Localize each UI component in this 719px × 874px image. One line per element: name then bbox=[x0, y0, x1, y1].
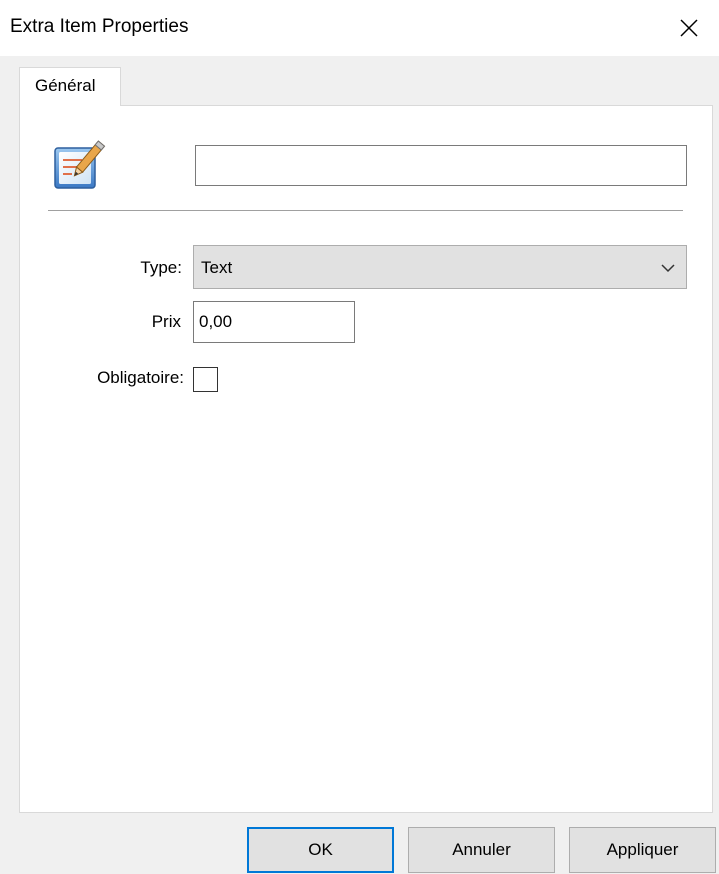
mandatory-label: Obligatoire: bbox=[97, 368, 184, 387]
edit-document-icon bbox=[52, 136, 112, 192]
separator bbox=[48, 210, 683, 212]
price-label: Prix bbox=[151, 312, 181, 331]
type-select[interactable]: Text bbox=[193, 245, 687, 289]
chevron-down-icon bbox=[661, 264, 675, 273]
type-select-value: Text bbox=[201, 258, 233, 277]
close-icon bbox=[680, 19, 698, 37]
close-button[interactable] bbox=[659, 0, 719, 56]
title-bar: Extra Item Properties bbox=[0, 0, 719, 56]
ok-button[interactable]: OK bbox=[247, 827, 394, 873]
cancel-button[interactable]: Annuler bbox=[408, 827, 555, 873]
item-name-input[interactable] bbox=[195, 145, 687, 186]
type-label: Type: bbox=[140, 258, 182, 277]
mandatory-checkbox[interactable] bbox=[193, 367, 218, 392]
tab-label: Général bbox=[35, 76, 96, 95]
tab-general[interactable]: Général bbox=[19, 67, 121, 106]
window-title: Extra Item Properties bbox=[10, 16, 189, 37]
price-input[interactable] bbox=[193, 301, 355, 343]
apply-button[interactable]: Appliquer bbox=[569, 827, 716, 873]
